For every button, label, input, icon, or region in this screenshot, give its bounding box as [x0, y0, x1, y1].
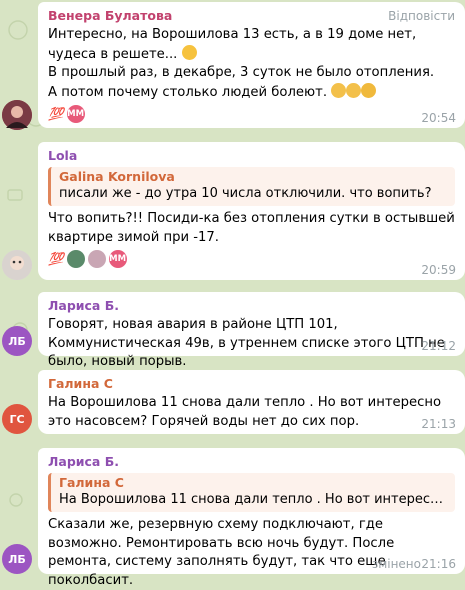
avatar[interactable]: ГС: [2, 404, 32, 434]
avatar[interactable]: ЛБ: [2, 544, 32, 574]
message-time: 21:13: [421, 417, 456, 431]
message-text: На Ворошилова 11 снова дали тепло . Но в…: [48, 395, 442, 429]
quote-text: писали же - до утра 10 числа отключили. …: [59, 186, 432, 201]
reactions-row: 💯 MM: [48, 105, 455, 123]
quote-text: На Ворошилова 11 снова дали тепло . Но в…: [59, 492, 447, 507]
message-text-part: Интересно, на Ворошилова 13 есть, а в 19…: [48, 27, 417, 62]
thinking-face-icon: [181, 44, 197, 60]
message-time: 21:12: [421, 339, 456, 353]
quote-author: Галина С: [59, 475, 124, 490]
message-text: Интересно, на Ворошилова 13 есть, а в 19…: [48, 26, 455, 102]
flower-icon[interactable]: [87, 250, 106, 268]
reaction-hundred[interactable]: 💯: [48, 250, 64, 268]
message-time: 20:54: [421, 111, 456, 125]
message-bubble[interactable]: Lola Galina Kornilova писали же - до утр…: [38, 142, 465, 280]
sender-name[interactable]: Лариса Б.: [48, 298, 455, 314]
clapping-hands-icon: [331, 82, 347, 98]
message-text: Говорят, новая авария в районе ЦТП 101, …: [48, 317, 445, 369]
reactions-row: 💯 MM: [48, 250, 455, 268]
reaction-avatar[interactable]: MM: [108, 250, 127, 268]
sender-name[interactable]: Галина С: [48, 376, 455, 392]
message-text: Сказали же, резервную схему подключают, …: [48, 517, 395, 588]
quote-author: Galina Kornilova: [59, 169, 175, 184]
sender-name[interactable]: Lola: [48, 148, 455, 164]
message-text-part: В прошлый раз, в декабре, 3 суток не был…: [48, 65, 435, 100]
message-text: Что вопить?!! Посиди-ка без отопления су…: [48, 211, 455, 245]
message-bubble[interactable]: Венера Булатова Відповісти Интересно, на…: [38, 2, 465, 128]
reaction-avatar[interactable]: MM: [66, 105, 85, 123]
landscape-icon[interactable]: [66, 250, 85, 268]
message-time: 20:59: [421, 263, 456, 277]
reaction-hundred[interactable]: 💯: [48, 105, 64, 123]
avatar[interactable]: [2, 250, 32, 280]
thumbs-up-icon: [361, 82, 377, 98]
avatar[interactable]: [2, 100, 32, 130]
avatar-photo-icon: [2, 100, 32, 130]
reply-button[interactable]: Відповісти: [388, 9, 455, 23]
reply-quote[interactable]: Галина С На Ворошилова 11 снова дали теп…: [48, 473, 455, 512]
message-bubble[interactable]: Галина С На Ворошилова 11 снова дали теп…: [38, 370, 465, 434]
message-bubble[interactable]: Лариса Б. Говорят, новая авария в районе…: [38, 292, 465, 369]
edited-label: змінено: [371, 557, 421, 571]
avatar[interactable]: ЛБ: [2, 326, 32, 356]
reply-quote[interactable]: Galina Kornilova писали же - до утра 10 …: [48, 167, 455, 206]
avatar-photo-icon: [2, 250, 32, 280]
sender-name[interactable]: Лариса Б.: [48, 454, 455, 470]
clapping-hands-icon: [346, 82, 362, 98]
message-time: 21:16: [421, 557, 456, 571]
message-bubble[interactable]: Лариса Б. Галина С На Ворошилова 11 снов…: [38, 448, 465, 588]
